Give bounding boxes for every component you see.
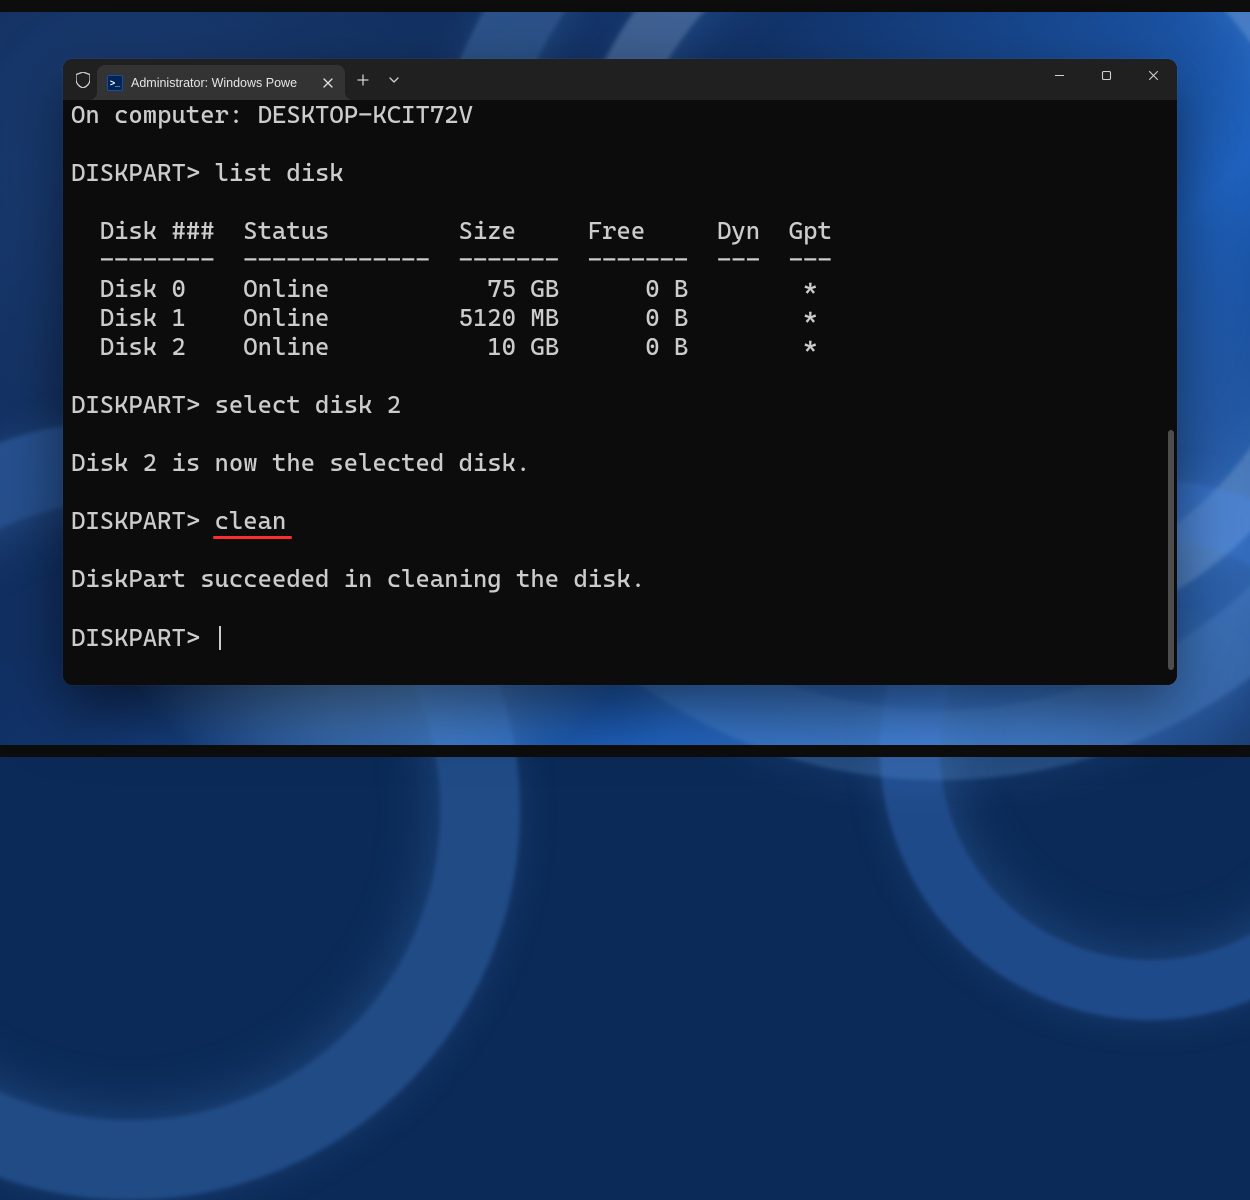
msg-selected: Disk 2 is now the selected disk. — [71, 448, 530, 477]
terminal-text[interactable]: On computer: DESKTOP-KCIT72V DISKPART> l… — [71, 100, 1163, 677]
cmd-select-disk: select disk 2 — [215, 390, 402, 419]
cmd-list-disk: list disk — [215, 158, 344, 187]
disk-table-row: Disk 2 Online 10 GB 0 B * — [71, 332, 817, 361]
text-cursor — [219, 626, 221, 650]
powershell-icon: >_ — [107, 75, 123, 91]
terminal-window: >_ Administrator: Windows Powe On — [63, 59, 1177, 685]
cmd-clean: clean — [215, 506, 287, 535]
disk-table-header: Disk ### Status Size Free Dyn Gpt — [71, 216, 832, 245]
tab-close-button[interactable] — [319, 74, 337, 92]
tab-dropdown-button[interactable] — [381, 59, 407, 100]
terminal-viewport[interactable]: On computer: DESKTOP-KCIT72V DISKPART> l… — [63, 100, 1177, 685]
disk-table-row: Disk 0 Online 75 GB 0 B * — [71, 274, 817, 303]
msg-cleaned: DiskPart succeeded in cleaning the disk. — [71, 564, 645, 593]
tab-powershell-admin[interactable]: >_ Administrator: Windows Powe — [97, 65, 345, 100]
window-controls — [1036, 59, 1177, 100]
disk-table-row: Disk 1 Online 5120 MB 0 B * — [71, 303, 817, 332]
diskpart-prompt: DISKPART> — [71, 390, 215, 419]
vertical-scrollbar-thumb[interactable] — [1168, 430, 1174, 670]
crop-edge — [0, 745, 1250, 757]
line-on-computer: On computer: DESKTOP-KCIT72V — [71, 100, 473, 129]
diskpart-prompt: DISKPART> — [71, 158, 215, 187]
tab-title: Administrator: Windows Powe — [131, 76, 311, 90]
titlebar-spacer[interactable] — [407, 59, 1036, 100]
titlebar[interactable]: >_ Administrator: Windows Powe — [63, 59, 1177, 100]
maximize-button[interactable] — [1083, 59, 1130, 91]
diskpart-prompt: DISKPART> — [71, 623, 215, 652]
diskpart-prompt: DISKPART> — [71, 506, 215, 535]
close-window-button[interactable] — [1130, 59, 1177, 91]
minimize-button[interactable] — [1036, 59, 1083, 91]
crop-edge — [0, 0, 1250, 12]
disk-table-divider: -------- ------------- ------- ------- -… — [71, 245, 832, 274]
